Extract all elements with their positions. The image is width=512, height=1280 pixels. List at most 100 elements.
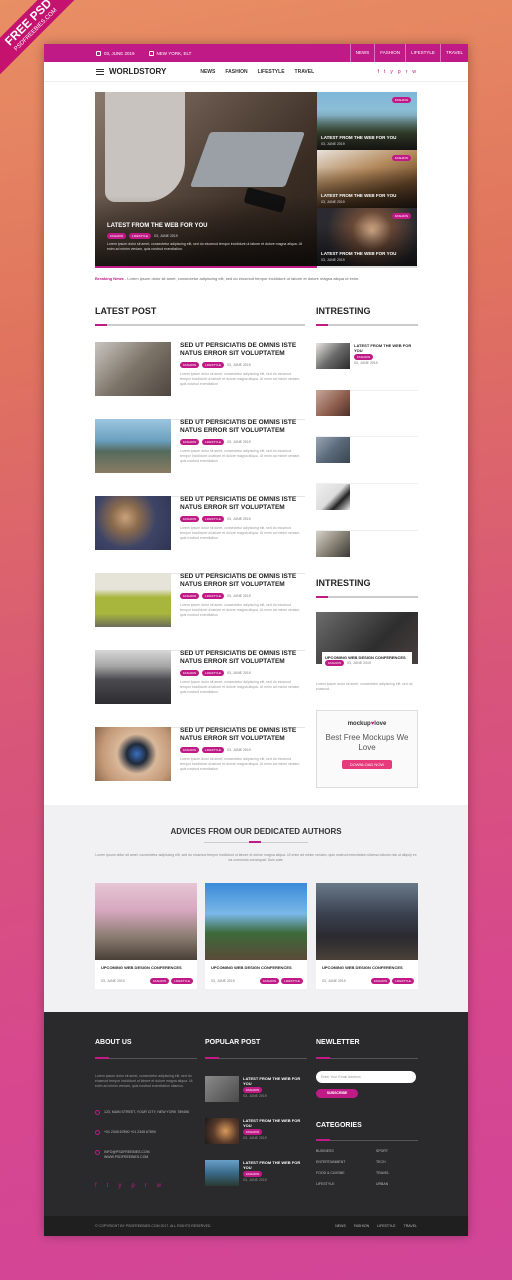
popular-item[interactable]: LATEST FROM THE WEB FOR YOU FASHION 03, … xyxy=(205,1076,307,1106)
post-item[interactable]: SED UT PERSICIATIS DE OMNIS ISTE NATUS E… xyxy=(95,342,305,420)
youtube-icon[interactable]: y xyxy=(390,69,393,75)
post-title[interactable]: SED UT PERSICIATIS DE OMNIS ISTE NATUS E… xyxy=(180,419,305,435)
post-item[interactable]: SED UT PERSICIATIS DE OMNIS ISTE NATUS E… xyxy=(95,650,305,728)
category-tech[interactable]: TECH xyxy=(376,1160,416,1164)
newsletter-email-input[interactable]: Enter Your Email Address xyxy=(316,1071,416,1083)
download-now-button[interactable]: DOWNLOAD NOW xyxy=(341,760,393,769)
facebook-icon[interactable]: f xyxy=(95,1183,97,1189)
interesting-image[interactable] xyxy=(316,531,350,557)
post-tag[interactable]: FASHION xyxy=(180,516,200,522)
interesting-item[interactable] xyxy=(316,531,418,576)
interesting-feature-tag[interactable]: FASHION xyxy=(325,660,345,666)
facebook-icon[interactable]: f xyxy=(378,69,379,75)
post-tag[interactable]: LIFESTYLE xyxy=(202,670,225,676)
category-food[interactable]: FOOD & CUISINE xyxy=(316,1171,376,1175)
interesting-feature[interactable]: UPCOMING WEB DESIGN CONFERENCES FASHION 0… xyxy=(316,612,418,692)
post-item[interactable]: SED UT PERSICIATIS DE OMNIS ISTE NATUS E… xyxy=(95,419,305,497)
interesting-item-title[interactable]: LATEST FROM THE WEB FOR YOU xyxy=(354,343,416,353)
post-tag[interactable]: LIFESTYLE xyxy=(202,593,225,599)
category-entertainment[interactable]: ENTERTAINMENT xyxy=(316,1160,376,1164)
top-nav-fashion[interactable]: FASHION xyxy=(374,44,405,62)
author-card[interactable]: UPCOMING WEB DESIGN CONFERENCES 03, JUNE… xyxy=(95,883,197,989)
author-card-image[interactable] xyxy=(95,883,197,960)
popular-item-title[interactable]: LATEST FROM THE WEB FOR YOU xyxy=(243,1118,307,1128)
whatsapp-icon[interactable]: w xyxy=(412,69,416,75)
author-card-tag[interactable]: LIFESTYLE xyxy=(171,978,193,984)
post-item[interactable]: SED UT PERSICIATIS DE OMNIS ISTE NATUS E… xyxy=(95,496,305,574)
top-nav-news[interactable]: NEWS xyxy=(349,44,375,62)
interesting-item[interactable] xyxy=(316,484,418,531)
post-tag[interactable]: LIFESTYLE xyxy=(202,516,225,522)
interesting-image[interactable] xyxy=(316,343,350,369)
popular-item[interactable]: LATEST FROM THE WEB FOR YOU FASHION 03, … xyxy=(205,1118,307,1148)
bottom-nav-lifestyle[interactable]: LIFESTYLE xyxy=(377,1224,395,1228)
author-card-image[interactable] xyxy=(316,883,418,960)
author-card-tag[interactable]: FASHION xyxy=(370,978,391,984)
post-item[interactable]: SED UT PERSICIATIS DE OMNIS ISTE NATUS E… xyxy=(95,573,305,651)
popular-item-title[interactable]: LATEST FROM THE WEB FOR YOU xyxy=(243,1076,307,1086)
post-item[interactable]: SED UT PERSICIATIS DE OMNIS ISTE NATUS E… xyxy=(95,727,305,805)
nav-travel[interactable]: TRAVEL xyxy=(295,69,315,75)
hero-side-tag[interactable]: FASHION xyxy=(391,155,411,161)
category-lifestyle[interactable]: LIFESTYLE xyxy=(316,1182,376,1186)
email-text[interactable]: INFO@PSDFREEBIES.COM WWW.PSDFREEBIES.COM xyxy=(104,1150,185,1160)
interesting-item[interactable] xyxy=(316,437,418,484)
interesting-item[interactable]: LATEST FROM THE WEB FOR YOU FASHION 03, … xyxy=(316,343,418,391)
hero-side-item[interactable]: FASHION LATEST FROM THE WEB FOR YOU 03, J… xyxy=(317,150,417,208)
youtube-icon[interactable]: y xyxy=(118,1183,121,1189)
post-tag[interactable]: FASHION xyxy=(180,362,200,368)
hero-tag-lifestyle[interactable]: LIFESTYLE xyxy=(129,233,152,239)
post-title[interactable]: SED UT PERSICIATIS DE OMNIS ISTE NATUS E… xyxy=(180,496,305,512)
popular-image[interactable] xyxy=(205,1160,239,1186)
twitter-icon[interactable]: t xyxy=(384,69,385,75)
post-tag[interactable]: FASHION xyxy=(180,747,200,753)
bottom-nav-fashion[interactable]: FASHION xyxy=(354,1224,369,1228)
post-image[interactable] xyxy=(95,419,171,473)
post-title[interactable]: SED UT PERSICIATIS DE OMNIS ISTE NATUS E… xyxy=(180,727,305,743)
post-image[interactable] xyxy=(95,496,171,550)
author-card[interactable]: UPCOMING WEB DESIGN CONFERENCES 03, JUNE… xyxy=(316,883,418,989)
post-tag[interactable]: FASHION xyxy=(180,593,200,599)
top-nav-lifestyle[interactable]: LIFESTYLE xyxy=(405,44,440,62)
hero-side-tag[interactable]: FASHION xyxy=(391,213,411,219)
whatsapp-icon[interactable]: w xyxy=(157,1183,161,1189)
post-tag[interactable]: FASHION xyxy=(180,670,200,676)
author-card-title[interactable]: UPCOMING WEB DESIGN CONFERENCES xyxy=(211,965,301,970)
hero-side-title[interactable]: LATEST FROM THE WEB FOR YOU xyxy=(321,193,396,198)
post-tag[interactable]: LIFESTYLE xyxy=(202,747,225,753)
author-card-title[interactable]: UPCOMING WEB DESIGN CONFERENCES xyxy=(101,965,191,970)
post-image[interactable] xyxy=(95,650,171,704)
menu-icon[interactable] xyxy=(96,68,104,75)
author-card-title[interactable]: UPCOMING WEB DESIGN CONFERENCES xyxy=(322,965,412,970)
twitter-icon[interactable]: t xyxy=(107,1183,109,1189)
popular-image[interactable] xyxy=(205,1076,239,1102)
hero-side-title[interactable]: LATEST FROM THE WEB FOR YOU xyxy=(321,135,396,140)
category-sport[interactable]: SPORT xyxy=(376,1149,416,1153)
popular-item-tag[interactable]: FASHION xyxy=(243,1171,263,1177)
subscribe-button[interactable]: SUBSCRIBE xyxy=(316,1089,358,1098)
post-tag[interactable]: LIFESTYLE xyxy=(202,362,225,368)
interesting-item[interactable] xyxy=(316,390,418,437)
post-tag[interactable]: FASHION xyxy=(180,439,200,445)
author-card-tag[interactable]: LIFESTYLE xyxy=(281,978,303,984)
interesting-item-tag[interactable]: FASHION xyxy=(354,354,374,360)
author-card-image[interactable] xyxy=(205,883,307,960)
pinterest-icon[interactable]: p xyxy=(398,69,401,75)
hero-side-title[interactable]: LATEST FROM THE WEB FOR YOU xyxy=(321,251,396,256)
author-card-tag[interactable]: LIFESTYLE xyxy=(392,978,414,984)
nav-fashion[interactable]: FASHION xyxy=(225,69,247,75)
rss-icon[interactable]: r xyxy=(406,69,408,75)
nav-lifestyle[interactable]: LIFESTYLE xyxy=(258,69,285,75)
breaking-label[interactable]: Breaking News xyxy=(95,276,124,281)
popular-image[interactable] xyxy=(205,1118,239,1144)
category-travel[interactable]: TRAVEL xyxy=(376,1171,416,1175)
post-title[interactable]: SED UT PERSICIATIS DE OMNIS ISTE NATUS E… xyxy=(180,650,305,666)
pinterest-icon[interactable]: p xyxy=(131,1183,134,1189)
hero-title[interactable]: LATEST FROM THE WEB FOR YOU xyxy=(107,223,307,229)
post-title[interactable]: SED UT PERSICIATIS DE OMNIS ISTE NATUS E… xyxy=(180,342,305,358)
post-title[interactable]: SED UT PERSICIATIS DE OMNIS ISTE NATUS E… xyxy=(180,573,305,589)
post-tag[interactable]: LIFESTYLE xyxy=(202,439,225,445)
rss-icon[interactable]: r xyxy=(145,1183,147,1189)
hero-side-tag[interactable]: FASHION xyxy=(391,97,411,103)
mockup-love-ad[interactable]: mockup♥love Best Free Mockups We Love DO… xyxy=(316,710,418,788)
